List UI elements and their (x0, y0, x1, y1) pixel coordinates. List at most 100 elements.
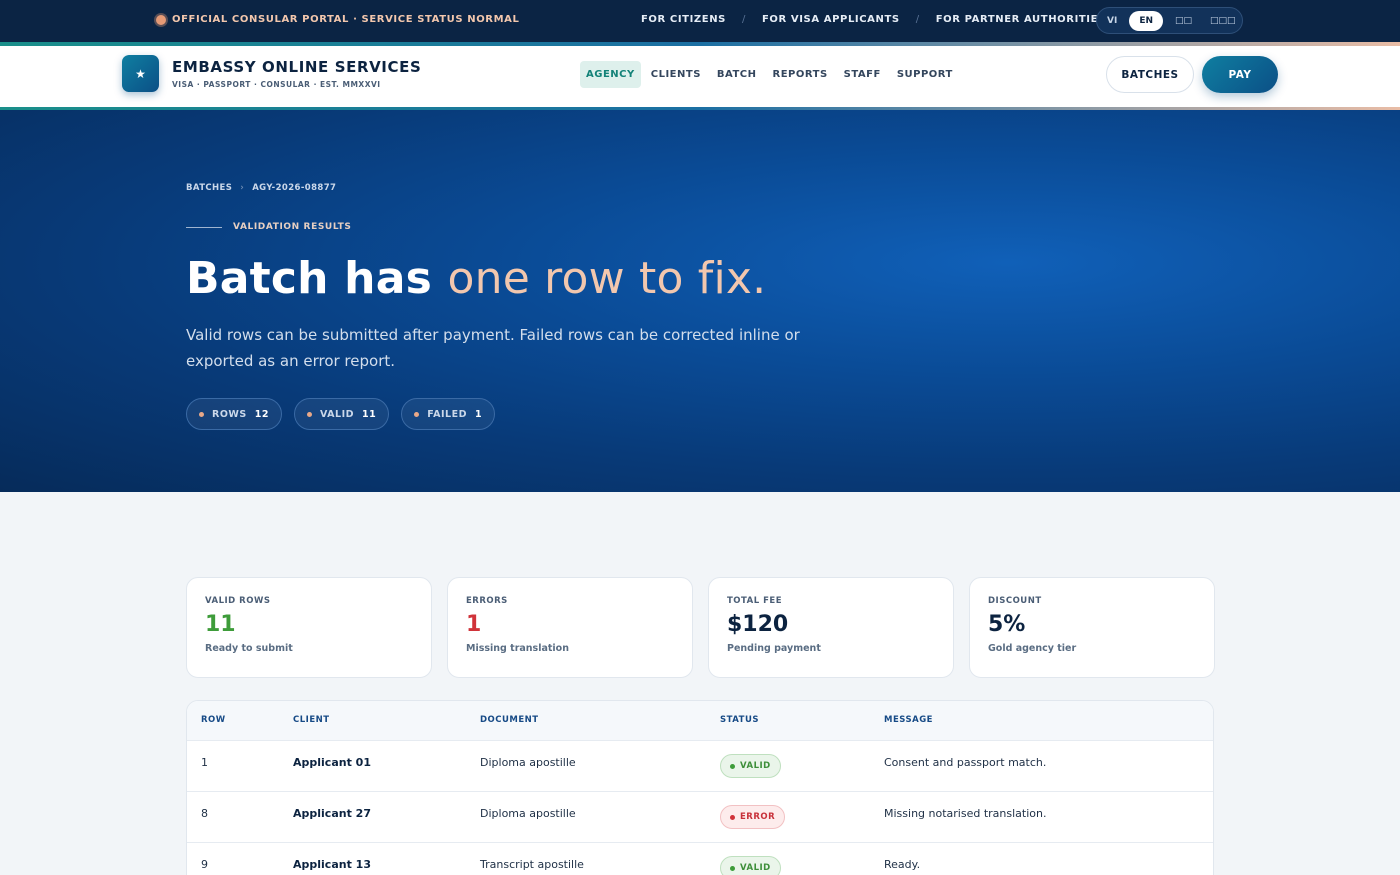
language-switcher: VI EN □□ □□□ (1096, 7, 1243, 34)
lang-en[interactable]: EN (1129, 10, 1164, 31)
page-title-main: Batch has (186, 253, 448, 304)
chip-dot-icon (414, 411, 420, 417)
nav-batch[interactable]: BATCH (711, 61, 763, 88)
stat-label: VALID ROWS (205, 596, 271, 606)
brand-title[interactable]: EMBASSY ONLINE SERVICES (172, 58, 421, 76)
breadcrumb: BATCHES › AGY-2026-08877 (186, 183, 336, 193)
stat-card-discount: DISCOUNT 5% Gold agency tier (969, 577, 1215, 678)
main-nav: AGENCY CLIENTS BATCH REPORTS STAFF SUPPO… (580, 61, 959, 88)
nav-agency[interactable]: AGENCY (580, 61, 641, 88)
nav-support[interactable]: SUPPORT (891, 61, 959, 88)
cell-message: Consent and passport match. (884, 756, 1047, 769)
stat-note: Pending payment (727, 643, 821, 654)
nav-reports[interactable]: REPORTS (767, 61, 834, 88)
site-header: ★ EMBASSY ONLINE SERVICES VISA · PASSPOR… (0, 46, 1400, 107)
cell-client: Applicant 01 (293, 756, 371, 769)
link-visa-applicants[interactable]: FOR VISA APPLICANTS (762, 14, 900, 25)
stat-label: DISCOUNT (988, 596, 1042, 606)
cell-message: Missing notarised translation. (884, 807, 1047, 820)
cell-document: Diploma apostille (480, 756, 576, 769)
lang-option-3[interactable]: □□ (1169, 11, 1198, 31)
utility-bar: OFFICIAL CONSULAR PORTAL · SERVICE STATU… (0, 0, 1400, 42)
audience-links: FOR CITIZENS / FOR VISA APPLICANTS / FOR… (641, 14, 1106, 25)
table-row[interactable]: 1 Applicant 01 Diploma apostille VALID C… (187, 741, 1213, 792)
page-title-accent: one row to fix. (447, 253, 767, 304)
table-header: ROW CLIENT DOCUMENT STATUS MESSAGE (187, 701, 1213, 741)
link-partner-authorities[interactable]: FOR PARTNER AUTHORITIES (936, 14, 1106, 25)
status-badge-text: VALID (740, 761, 771, 771)
cell-client: Applicant 13 (293, 858, 371, 871)
status-dot-icon (156, 14, 166, 25)
star-logo-icon[interactable]: ★ (122, 55, 159, 92)
chip-value: 11 (362, 408, 377, 420)
chip-label: ROWS (212, 408, 247, 420)
lang-vi[interactable]: VI (1101, 11, 1123, 31)
column-header-message[interactable]: MESSAGE (884, 715, 933, 725)
cell-row: 8 (201, 807, 208, 820)
cell-message: Ready. (884, 858, 921, 871)
stat-value: 1 (466, 612, 482, 637)
hero-section: BATCHES › AGY-2026-08877 VALIDATION RESU… (0, 110, 1400, 492)
eyebrow: VALIDATION RESULTS (186, 222, 351, 232)
chip-dot-icon (199, 411, 204, 417)
stat-note: Missing translation (466, 643, 569, 654)
chip-value: 12 (254, 408, 269, 420)
chip-valid: VALID 11 (293, 398, 390, 430)
stat-card-valid-rows: VALID ROWS 11 Ready to submit (186, 577, 432, 678)
service-status: OFFICIAL CONSULAR PORTAL · SERVICE STATU… (156, 14, 519, 25)
page-description: Valid rows can be submitted after paymen… (186, 326, 800, 370)
cell-document: Transcript apostille (480, 858, 584, 871)
link-citizens[interactable]: FOR CITIZENS (641, 14, 726, 25)
cell-client: Applicant 27 (293, 807, 371, 820)
stat-card-errors: ERRORS 1 Missing translation (447, 577, 693, 678)
nav-clients[interactable]: CLIENTS (645, 61, 707, 88)
cell-document: Diploma apostille (480, 807, 576, 820)
chip-failed: FAILED 1 (401, 398, 496, 430)
batches-button[interactable]: BATCHES (1106, 56, 1194, 93)
link-separator: / (741, 14, 746, 25)
column-header-document[interactable]: DOCUMENT (480, 715, 539, 725)
status-dot-icon (730, 865, 735, 871)
column-header-row[interactable]: ROW (201, 715, 226, 725)
column-header-client[interactable]: CLIENT (293, 715, 330, 725)
eyebrow-text: VALIDATION RESULTS (233, 222, 352, 232)
chip-rows: ROWS 12 (186, 398, 282, 430)
stat-card-total-fee: TOTAL FEE $120 Pending payment (708, 577, 954, 678)
stat-label: ERRORS (466, 596, 508, 606)
table-row[interactable]: 8 Applicant 27 Diploma apostille ERROR M… (187, 792, 1213, 843)
status-badge-text: VALID (740, 863, 771, 873)
breadcrumb-batch-id: AGY-2026-08877 (252, 183, 337, 193)
table-row[interactable]: 9 Applicant 13 Transcript apostille VALI… (187, 843, 1213, 875)
chip-label: VALID (319, 408, 354, 420)
validation-results-table: ROW CLIENT DOCUMENT STATUS MESSAGE 1 App… (186, 700, 1214, 875)
eyebrow-line (186, 226, 222, 228)
stat-value: 5% (988, 612, 1026, 637)
chip-label: FAILED (427, 408, 467, 420)
stat-value: $120 (727, 612, 789, 637)
chip-dot-icon (306, 411, 312, 417)
stat-note: Gold agency tier (988, 643, 1077, 654)
breadcrumb-batches[interactable]: BATCHES (186, 183, 232, 193)
breadcrumb-separator: › (240, 183, 245, 193)
stat-note: Ready to submit (205, 643, 293, 654)
lang-option-4[interactable]: □□□ (1204, 11, 1242, 31)
status-badge: VALID (720, 754, 781, 778)
stat-value: 11 (205, 612, 236, 637)
page-title: Batch has one row to fix. (186, 253, 766, 304)
cell-row: 9 (201, 858, 208, 871)
chip-value: 1 (474, 408, 483, 420)
pay-button[interactable]: PAY (1202, 56, 1278, 93)
stat-cards: VALID ROWS 11 Ready to submit ERRORS 1 M… (186, 577, 1215, 678)
nav-staff[interactable]: STAFF (838, 61, 887, 88)
link-separator: / (915, 14, 920, 25)
brand-subtitle: VISA · PASSPORT · CONSULAR · EST. MMXXVI (172, 80, 381, 89)
service-status-text: OFFICIAL CONSULAR PORTAL · SERVICE STATU… (172, 14, 520, 25)
status-badge-text: ERROR (740, 812, 776, 822)
status-badge: ERROR (720, 805, 786, 829)
cell-row: 1 (201, 756, 208, 769)
status-dot-icon (730, 763, 735, 769)
status-badge: VALID (720, 856, 781, 875)
column-header-status[interactable]: STATUS (720, 715, 759, 725)
status-dot-icon (730, 814, 735, 820)
stat-label: TOTAL FEE (727, 596, 783, 606)
